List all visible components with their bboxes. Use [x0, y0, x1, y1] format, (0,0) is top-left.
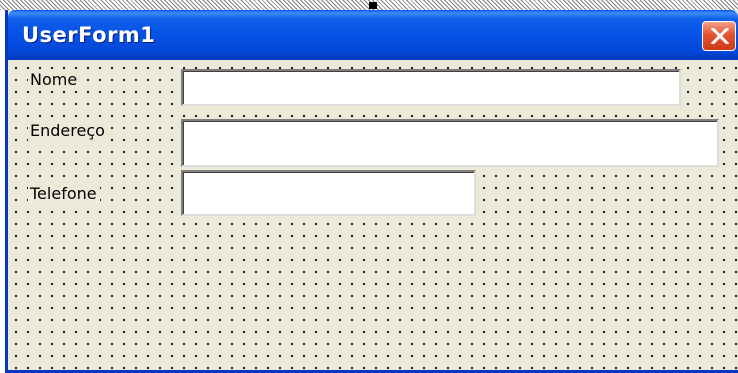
endereco-input[interactable] [181, 119, 719, 167]
vba-designer-canvas: UserForm1 Nome Endereço Telefone [0, 0, 738, 373]
form-client-area[interactable]: Nome Endereço Telefone [8, 60, 738, 370]
resize-handle[interactable] [369, 2, 377, 9]
endereco-label: Endereço [28, 121, 108, 141]
nome-label: Nome [28, 70, 81, 90]
telefone-label: Telefone [28, 184, 100, 204]
close-button[interactable] [702, 21, 736, 51]
close-icon [711, 28, 729, 44]
userform-window[interactable]: UserForm1 Nome Endereço Telefone [5, 10, 738, 373]
window-title: UserForm1 [22, 23, 156, 47]
title-bar[interactable]: UserForm1 [8, 10, 738, 60]
telefone-input[interactable] [181, 170, 476, 216]
nome-input[interactable] [181, 69, 681, 106]
